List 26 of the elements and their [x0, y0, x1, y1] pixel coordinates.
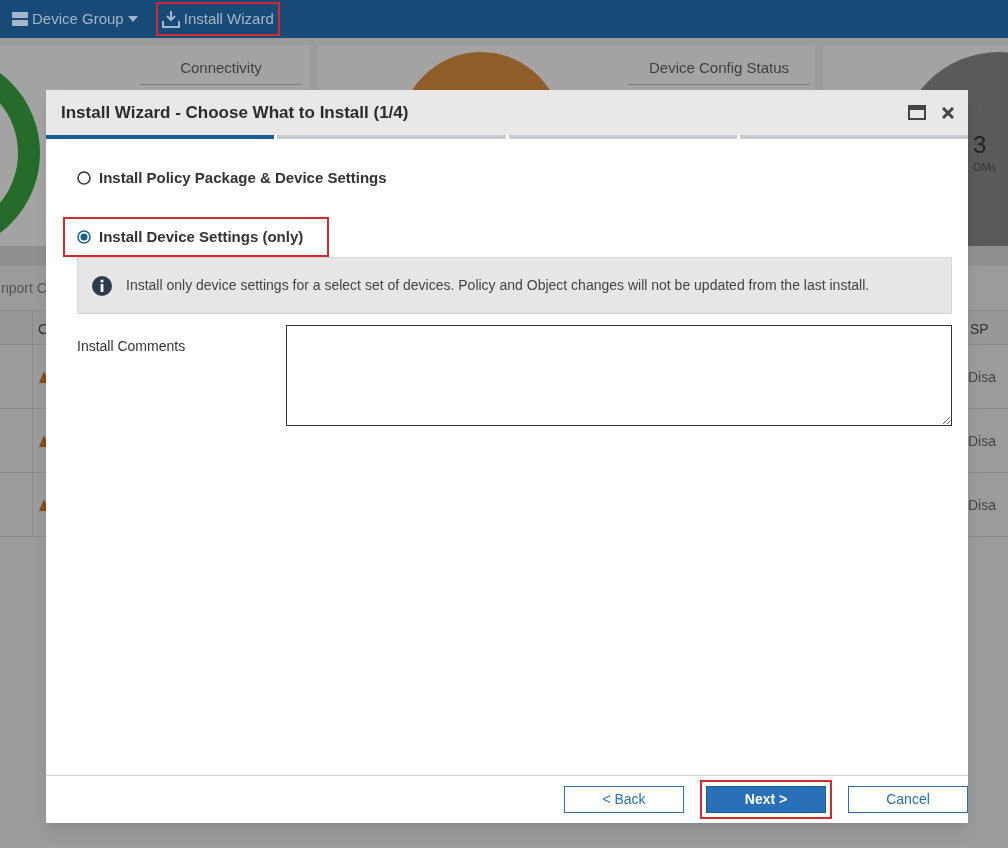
next-button[interactable]: Next >: [706, 786, 826, 813]
column-header: SP: [969, 320, 990, 339]
radio-option[interactable]: Install Device Settings (only): [63, 217, 330, 257]
table-cell-text: Disa: [968, 368, 997, 387]
radio-icon: [77, 171, 91, 185]
card-title: Connectivity: [140, 57, 302, 85]
close-icon[interactable]: [942, 106, 954, 119]
radio-option[interactable]: Install Policy Package & Device Settings: [63, 158, 413, 198]
maximize-icon[interactable]: [908, 105, 926, 120]
card-title: Device Config Status: [628, 57, 810, 85]
download-icon: [161, 10, 180, 28]
device-group-menu[interactable]: Device Group: [6, 2, 144, 36]
server-icon: [12, 12, 28, 26]
comments-field[interactable]: [286, 325, 952, 426]
table-cell-text: Disa: [968, 432, 997, 451]
table-cell-text: Disa: [968, 496, 997, 515]
install-wizard-button[interactable]: Install Wizard: [155, 2, 280, 36]
caret-icon: [127, 16, 138, 22]
field-label: Install Comments: [77, 337, 187, 356]
info-icon: [92, 275, 112, 296]
dialog-button[interactable]: < Back: [564, 786, 684, 813]
count-value: 3: [973, 130, 987, 160]
radio-selected-icon: [77, 230, 91, 244]
dialog-title: Install Wizard - Choose What to Install (1/4): [61, 101, 409, 124]
info-text: Install only device settings for a select set of devices. Policy and Object changes will not be updated from the last install.: [126, 276, 870, 295]
dialog-button[interactable]: Cancel: [848, 786, 968, 813]
